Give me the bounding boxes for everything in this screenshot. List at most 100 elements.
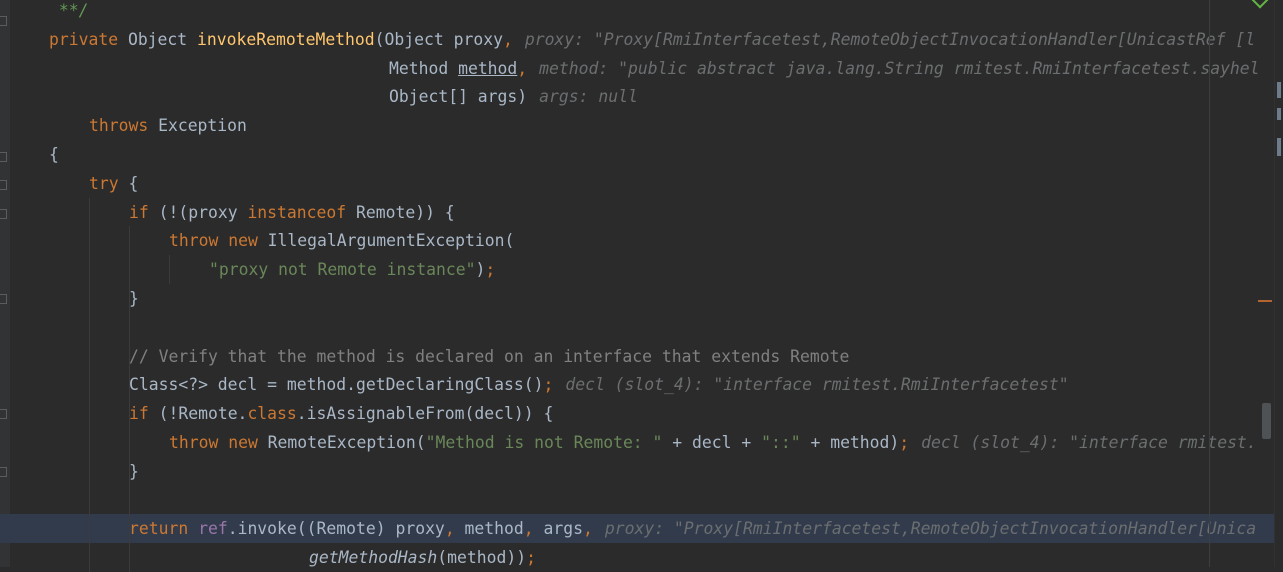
code-text[interactable]: throw new IllegalArgumentException(: [169, 226, 514, 255]
code-token: (!(proxy: [148, 202, 248, 222]
vertical-scrollbar-thumb[interactable]: [1262, 403, 1271, 439]
code-text[interactable]: Object[] args) args: null: [389, 82, 638, 111]
code-text[interactable]: getMethodHash(method));: [309, 543, 536, 572]
debug-inline-value[interactable]: proxy: "Proxy[RmiInterfacetest,RemoteObj…: [605, 519, 1256, 538]
indent-guide: [89, 485, 90, 515]
code-line[interactable]: try {: [0, 169, 1274, 198]
indent-guide: [89, 399, 90, 429]
code-line[interactable]: getMethodHash(method));: [0, 543, 1274, 572]
code-token: {: [118, 173, 139, 193]
code-line[interactable]: "proxy not Remote instance");: [0, 255, 1274, 285]
code-line[interactable]: Method method, method: "public abstract j…: [0, 54, 1274, 83]
code-token: + decl +: [662, 433, 762, 452]
error-stripe-marker[interactable]: [1258, 300, 1272, 302]
code-text[interactable]: if (!(proxy instanceof Remote)) {: [129, 198, 455, 227]
code-token: "Method is not Remote: ": [425, 433, 663, 452]
code-line[interactable]: **/: [0, 0, 1274, 25]
code-token: ;: [526, 548, 536, 568]
code-token: IllegalArgumentException(: [257, 231, 515, 251]
code-token: ,: [523, 519, 534, 539]
code-token: method: [458, 58, 518, 78]
code-text[interactable]: try {: [89, 169, 138, 198]
code-token: (Object proxy: [374, 29, 503, 49]
indent-guide: [89, 543, 90, 572]
debug-inline-value[interactable]: method: "public abstract java.lang.Strin…: [539, 59, 1259, 78]
indent-guide: [89, 514, 90, 544]
code-token: Object[] args): [389, 87, 528, 107]
code-text[interactable]: return ref.invoke((Remote) proxy, method…: [129, 514, 1256, 543]
indent-guide: [89, 428, 90, 457]
debug-inline-value[interactable]: proxy: "Proxy[RmiInterfacetest,RemoteObj…: [525, 30, 1255, 49]
code-token: **/: [49, 1, 89, 20]
code-line[interactable]: {: [0, 140, 1274, 169]
code-token: ): [475, 260, 486, 280]
code-token: private: [49, 29, 119, 49]
code-token: ;: [899, 433, 910, 452]
code-line[interactable]: Class<?> decl = method.getDeclaringClass…: [0, 370, 1274, 400]
code-line[interactable]: }: [0, 284, 1274, 313]
indent-guide: [89, 197, 90, 227]
code-token: throw new: [169, 433, 258, 452]
strip-icon[interactable]: [1277, 82, 1281, 98]
code-text[interactable]: Class<?> decl = method.getDeclaringClass…: [129, 370, 1069, 399]
code-token: "::": [761, 433, 801, 452]
indent-guide: [89, 370, 90, 400]
code-line[interactable]: }: [0, 456, 1274, 486]
code-token: (!Remote.: [148, 404, 248, 424]
code-token: ,: [517, 58, 528, 78]
code-text[interactable]: {: [49, 140, 59, 169]
code-token: ,: [582, 519, 593, 539]
code-token: invokeRemoteMethod: [197, 29, 375, 49]
code-text[interactable]: throws Exception: [89, 111, 247, 140]
code-text[interactable]: "proxy not Remote instance");: [209, 255, 495, 284]
debug-inline-value[interactable]: decl (slot_4): "interface rmitest.: [921, 433, 1257, 452]
code-token: return: [129, 519, 189, 539]
debug-inline-value[interactable]: decl (slot_4): "interface rmitest.RmiInt…: [565, 375, 1068, 394]
code-token: Remote)) {: [346, 202, 455, 222]
code-token: (method)): [437, 548, 527, 568]
code-text[interactable]: }: [129, 284, 139, 313]
code-line[interactable]: return ref.invoke((Remote) proxy, method…: [0, 514, 1274, 544]
code-token: }: [129, 289, 139, 308]
indent-guide: [89, 255, 90, 285]
indent-guide: [129, 428, 130, 457]
code-line[interactable]: [0, 312, 1274, 342]
strip-icon[interactable]: [1277, 138, 1281, 156]
code-line[interactable]: throw new IllegalArgumentException(: [0, 226, 1274, 256]
code-token: Object: [118, 29, 198, 49]
code-token: ,: [444, 519, 455, 539]
right-margin-guide: [1209, 0, 1210, 567]
code-text[interactable]: }: [129, 457, 139, 486]
indent-guide: [169, 255, 170, 285]
code-token: ;: [485, 260, 496, 280]
strip-icon[interactable]: [1277, 108, 1281, 120]
code-text[interactable]: throw new RemoteException("Method is not…: [169, 428, 1257, 457]
code-line[interactable]: throw new RemoteException("Method is not…: [0, 428, 1274, 457]
code-text[interactable]: **/: [49, 0, 89, 25]
code-token: {: [49, 145, 59, 164]
code-text[interactable]: if (!Remote.class.isAssignableFrom(decl)…: [129, 399, 553, 428]
code-token: throws: [89, 116, 149, 136]
code-token: ref: [198, 519, 228, 539]
code-token: .invoke((Remote) proxy: [227, 519, 445, 539]
code-line[interactable]: throws Exception: [0, 111, 1274, 140]
code-text[interactable]: // Verify that the method is declared on…: [129, 342, 849, 371]
code-token: Class<?> decl = method.getDeclaringClass…: [129, 375, 544, 395]
code-token: // Verify that the method is declared on…: [129, 346, 850, 366]
code-token: throw new: [169, 231, 258, 251]
code-token: if: [129, 202, 149, 222]
right-tool-strip[interactable]: [1274, 0, 1283, 567]
code-text[interactable]: Method method, method: "public abstract j…: [389, 54, 1260, 83]
code-token: if: [129, 404, 149, 424]
code-line[interactable]: if (!(proxy instanceof Remote)) {: [0, 197, 1274, 227]
code-line[interactable]: Object[] args) args: null: [0, 82, 1274, 111]
code-token: Exception: [148, 116, 247, 136]
code-line[interactable]: // Verify that the method is declared on…: [0, 341, 1274, 371]
code-token: ;: [543, 375, 554, 395]
code-line[interactable]: private Object invokeRemoteMethod(Object…: [0, 25, 1274, 54]
code-text[interactable]: private Object invokeRemoteMethod(Object…: [49, 25, 1255, 54]
code-line[interactable]: if (!Remote.class.isAssignableFrom(decl)…: [0, 399, 1274, 429]
indent-guide: [89, 284, 90, 313]
code-line[interactable]: [0, 485, 1274, 515]
debug-inline-value[interactable]: args: null: [539, 87, 638, 106]
